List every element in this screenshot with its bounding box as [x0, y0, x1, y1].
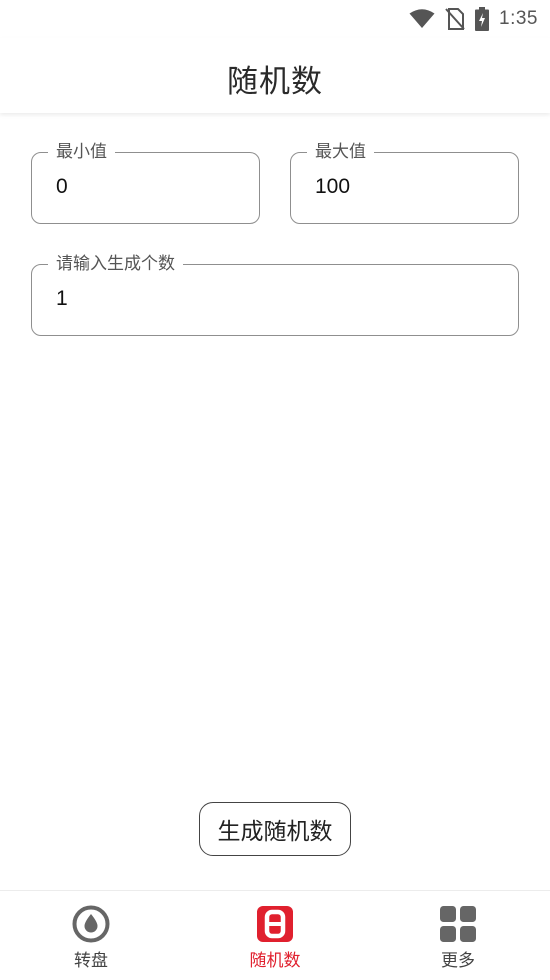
min-value-field[interactable]: 最小值 0: [31, 140, 260, 224]
bottom-nav: 转盘 随机数 更多: [0, 890, 550, 979]
app-bar: 随机数: [0, 38, 550, 113]
dice-eight-icon: [257, 906, 293, 942]
nav-item-random[interactable]: 随机数: [215, 891, 335, 980]
status-time: 1:35: [499, 8, 538, 29]
nav-label-wheel: 转盘: [74, 951, 108, 971]
count-input[interactable]: 1: [56, 287, 68, 311]
count-label: 请输入生成个数: [48, 252, 183, 276]
count-field[interactable]: 请输入生成个数 1: [31, 252, 519, 336]
max-value-label: 最大值: [307, 140, 374, 164]
nav-label-random: 随机数: [249, 951, 301, 971]
min-value-input[interactable]: 0: [56, 175, 68, 199]
wheel-icon: [72, 905, 110, 943]
nav-item-more[interactable]: 更多: [398, 891, 518, 980]
max-value-input[interactable]: 100: [315, 175, 350, 199]
battery-charging-icon: [475, 7, 490, 31]
grid-icon: [440, 906, 476, 942]
no-sim-icon: [445, 8, 465, 30]
status-bar: 1:35: [0, 0, 550, 38]
max-value-field[interactable]: 最大值 100: [290, 140, 519, 224]
wifi-icon: [409, 9, 435, 28]
min-value-label: 最小值: [48, 140, 115, 164]
generate-button[interactable]: 生成随机数: [199, 802, 351, 856]
page-title: 随机数: [227, 64, 323, 100]
nav-item-wheel[interactable]: 转盘: [31, 891, 151, 980]
status-icons: 1:35: [409, 6, 538, 32]
nav-label-more: 更多: [441, 951, 475, 971]
